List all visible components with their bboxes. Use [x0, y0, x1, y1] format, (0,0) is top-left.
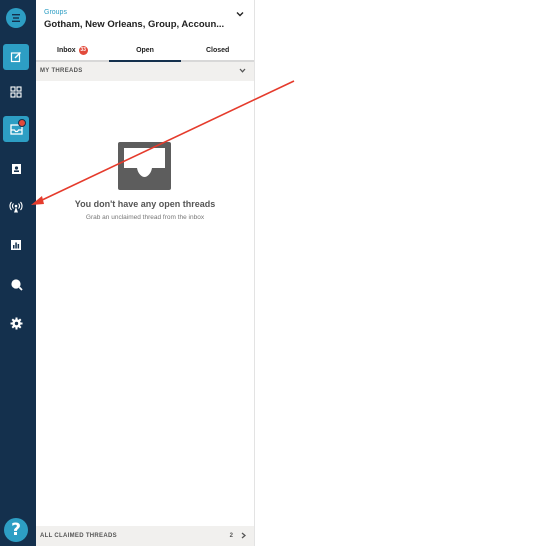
analytics-icon [11, 240, 21, 250]
tab-inbox[interactable]: Inbox 33 [36, 40, 109, 60]
notification-dot [18, 119, 26, 127]
groups-label: Groups [44, 9, 67, 16]
all-claimed-threads-label: ALL CLAIMED THREADS [40, 533, 117, 539]
search-button[interactable] [3, 271, 29, 297]
tab-open-label: Open [136, 46, 154, 54]
tab-inbox-label: Inbox [57, 46, 76, 54]
group-title: Gotham, New Orleans, Group, Accoun... [44, 19, 225, 30]
compose-button[interactable] [3, 44, 29, 70]
chevron-down-icon [236, 12, 244, 17]
empty-state-subtitle: Grab an unclaimed thread from the inbox [85, 214, 205, 221]
tab-open[interactable]: Open [108, 40, 182, 62]
help-button[interactable]: ? [4, 518, 28, 542]
tab-closed[interactable]: Closed [181, 40, 254, 60]
compose-icon [10, 52, 21, 63]
hamburger-icon [12, 14, 20, 22]
empty-state-title: You don't have any open threads [74, 199, 216, 209]
settings-icon [10, 317, 22, 329]
broadcast-button[interactable] [3, 194, 29, 220]
dashboard-button[interactable] [3, 79, 29, 105]
analytics-button[interactable] [3, 232, 29, 258]
tab-closed-label: Closed [206, 46, 230, 54]
broadcast-icon [9, 201, 23, 213]
my-threads-header[interactable]: MY THREADS [36, 62, 254, 81]
group-selector[interactable]: Groups Gotham, New Orleans, Group, Accou… [36, 0, 254, 40]
my-threads-label: MY THREADS [40, 68, 83, 74]
inbox-button[interactable] [3, 116, 29, 142]
claimed-threads-count: 2 [229, 533, 233, 539]
chevron-down-icon [239, 68, 246, 73]
all-claimed-threads-bar[interactable]: ALL CLAIMED THREADS 2 [36, 526, 254, 546]
chevron-right-icon [241, 532, 246, 539]
threads-panel: Groups Gotham, New Orleans, Group, Accou… [36, 0, 255, 546]
grid-icon [10, 86, 22, 98]
settings-button[interactable] [3, 310, 29, 336]
thread-tabs: Inbox 33 Open Closed [36, 40, 254, 62]
contacts-button[interactable] [3, 156, 29, 182]
inbox-count-badge: 33 [78, 45, 88, 55]
help-icon: ? [11, 520, 21, 540]
search-icon [10, 278, 23, 291]
empty-inbox-icon [118, 142, 171, 190]
contacts-icon [11, 164, 21, 174]
menu-button[interactable] [6, 8, 26, 28]
icon-rail: ? [0, 0, 36, 546]
